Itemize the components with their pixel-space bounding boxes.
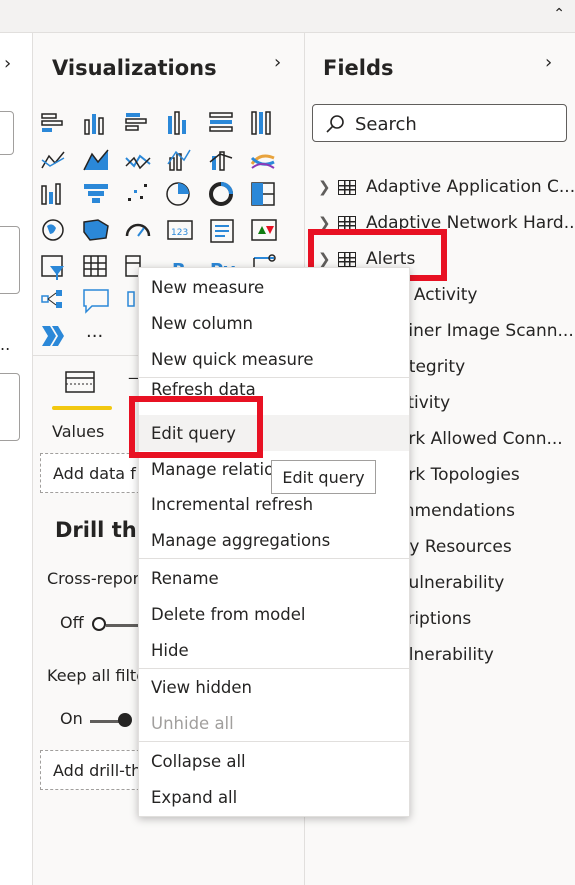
field-table-name[interactable]: mmendations xyxy=(398,501,515,521)
table-icon[interactable] xyxy=(83,255,107,277)
fields-tab-icon[interactable] xyxy=(64,368,100,398)
stacked-area-icon[interactable] xyxy=(125,154,151,170)
menu-item-delete-from-model[interactable]: Delete from model xyxy=(139,597,409,631)
stacked-bar-icon[interactable] xyxy=(41,113,63,132)
visualizations-title: Visualizations xyxy=(52,56,217,80)
field-table-name[interactable]: ity Resources xyxy=(398,537,512,557)
menu-separator xyxy=(139,377,409,378)
100-stacked-column-icon[interactable] xyxy=(251,111,271,135)
qna-icon[interactable] xyxy=(83,289,109,314)
scatter-icon[interactable] xyxy=(128,184,147,201)
smart-narrative-icon[interactable] xyxy=(127,291,135,307)
search-placeholder: Search xyxy=(355,114,417,135)
keep-filters-state: On xyxy=(60,709,83,728)
waterfall-icon[interactable] xyxy=(41,183,61,205)
menu-item-manage-aggregations[interactable]: Manage aggregations xyxy=(139,523,409,557)
top-bar: ⌃ xyxy=(0,0,575,33)
more-visuals-icon[interactable]: ··· xyxy=(86,326,103,347)
menu-separator xyxy=(139,741,409,742)
keep-filters-toggle[interactable] xyxy=(90,712,138,730)
cross-report-state: Off xyxy=(60,613,84,632)
add-data-fields-well[interactable]: Add data f xyxy=(40,453,150,493)
menu-item-expand-all[interactable]: Expand all xyxy=(139,780,409,814)
menu-separator xyxy=(139,558,409,559)
funnel-icon[interactable] xyxy=(84,184,108,203)
filter-input[interactable] xyxy=(0,111,14,155)
chevron-right-icon[interactable]: › xyxy=(545,52,552,73)
pie-icon[interactable] xyxy=(166,182,190,206)
field-table-name[interactable]: ork Allowed Conn... xyxy=(398,429,563,449)
menu-item-new-column[interactable]: New column xyxy=(139,306,409,340)
map-icon[interactable] xyxy=(42,219,64,241)
card-icon[interactable]: 123 xyxy=(167,220,193,240)
power-apps-icon[interactable] xyxy=(42,326,64,346)
context-menu: New measure New column New quick measure… xyxy=(138,267,410,817)
search-icon xyxy=(326,115,344,133)
100-stacked-bar-icon[interactable] xyxy=(209,112,233,132)
gauge-icon[interactable] xyxy=(125,223,151,237)
keep-filters-label: Keep all filte xyxy=(47,666,147,685)
ribbon-chart-icon[interactable] xyxy=(250,154,275,169)
kpi-icon[interactable] xyxy=(251,219,277,241)
menu-item-rename[interactable]: Rename xyxy=(139,561,409,595)
field-table-row[interactable]: ❯ Adaptive Application C... xyxy=(318,172,575,202)
ellipsis-text: .. xyxy=(0,335,11,354)
field-table-name[interactable]: ainer Image Scann... xyxy=(398,321,574,341)
menu-item-new-quick-measure[interactable]: New quick measure xyxy=(139,342,409,376)
menu-item-new-measure[interactable]: New measure xyxy=(139,270,409,304)
fields-title: Fields xyxy=(323,56,394,80)
chevron-right-icon[interactable]: ❯ xyxy=(318,178,334,196)
menu-separator xyxy=(139,668,409,669)
filled-map-icon[interactable] xyxy=(83,219,109,241)
cross-report-toggle[interactable] xyxy=(92,616,142,634)
field-table-name[interactable]: Vulnerability xyxy=(398,573,504,593)
chevron-right-icon[interactable]: › xyxy=(4,53,11,74)
field-table-name[interactable]: ork Topologies xyxy=(398,465,520,485)
edit-query-tooltip: Edit query xyxy=(271,460,376,494)
field-table-name: Adaptive Application C... xyxy=(366,177,575,197)
multi-row-card-icon[interactable] xyxy=(210,219,234,243)
values-label: Values xyxy=(52,422,105,441)
menu-item-collapse-all[interactable]: Collapse all xyxy=(139,744,409,778)
slicer-icon[interactable] xyxy=(41,255,64,280)
fields-search-box[interactable]: Search xyxy=(312,104,567,142)
treemap-icon[interactable] xyxy=(251,182,275,206)
table-icon xyxy=(338,179,356,195)
decomposition-tree-icon[interactable] xyxy=(41,290,62,308)
clustered-bar-icon[interactable] xyxy=(125,113,147,131)
edit-query-highlight-box xyxy=(129,396,263,458)
drill-through-title: Drill thr xyxy=(55,518,148,542)
line-column-icon[interactable] xyxy=(167,149,191,171)
field-table-name[interactable]: ulnerability xyxy=(398,645,494,665)
area-chart-icon[interactable] xyxy=(83,149,109,171)
svg-text:123: 123 xyxy=(171,228,188,238)
active-tab-indicator xyxy=(52,406,112,410)
line-chart-icon[interactable] xyxy=(41,151,65,169)
clustered-column-icon[interactable] xyxy=(168,111,186,135)
filter-card[interactable] xyxy=(0,373,20,441)
menu-item-hide[interactable]: Hide xyxy=(139,633,409,667)
chevron-right-icon[interactable]: › xyxy=(274,52,281,73)
donut-icon[interactable] xyxy=(209,182,233,206)
filter-card[interactable] xyxy=(0,226,20,294)
menu-item-view-hidden[interactable]: View hidden xyxy=(139,670,409,704)
stacked-column-icon[interactable] xyxy=(84,114,104,135)
chevron-up-icon[interactable]: ⌃ xyxy=(553,6,565,22)
menu-item-unhide-all: Unhide all xyxy=(151,713,234,733)
line-clustered-column-icon[interactable] xyxy=(209,151,233,171)
cross-report-label: Cross-repor xyxy=(47,569,140,588)
add-drill-through-well[interactable]: Add drill-th xyxy=(40,750,150,790)
filters-pane-strip: › .. .. xyxy=(0,33,33,885)
